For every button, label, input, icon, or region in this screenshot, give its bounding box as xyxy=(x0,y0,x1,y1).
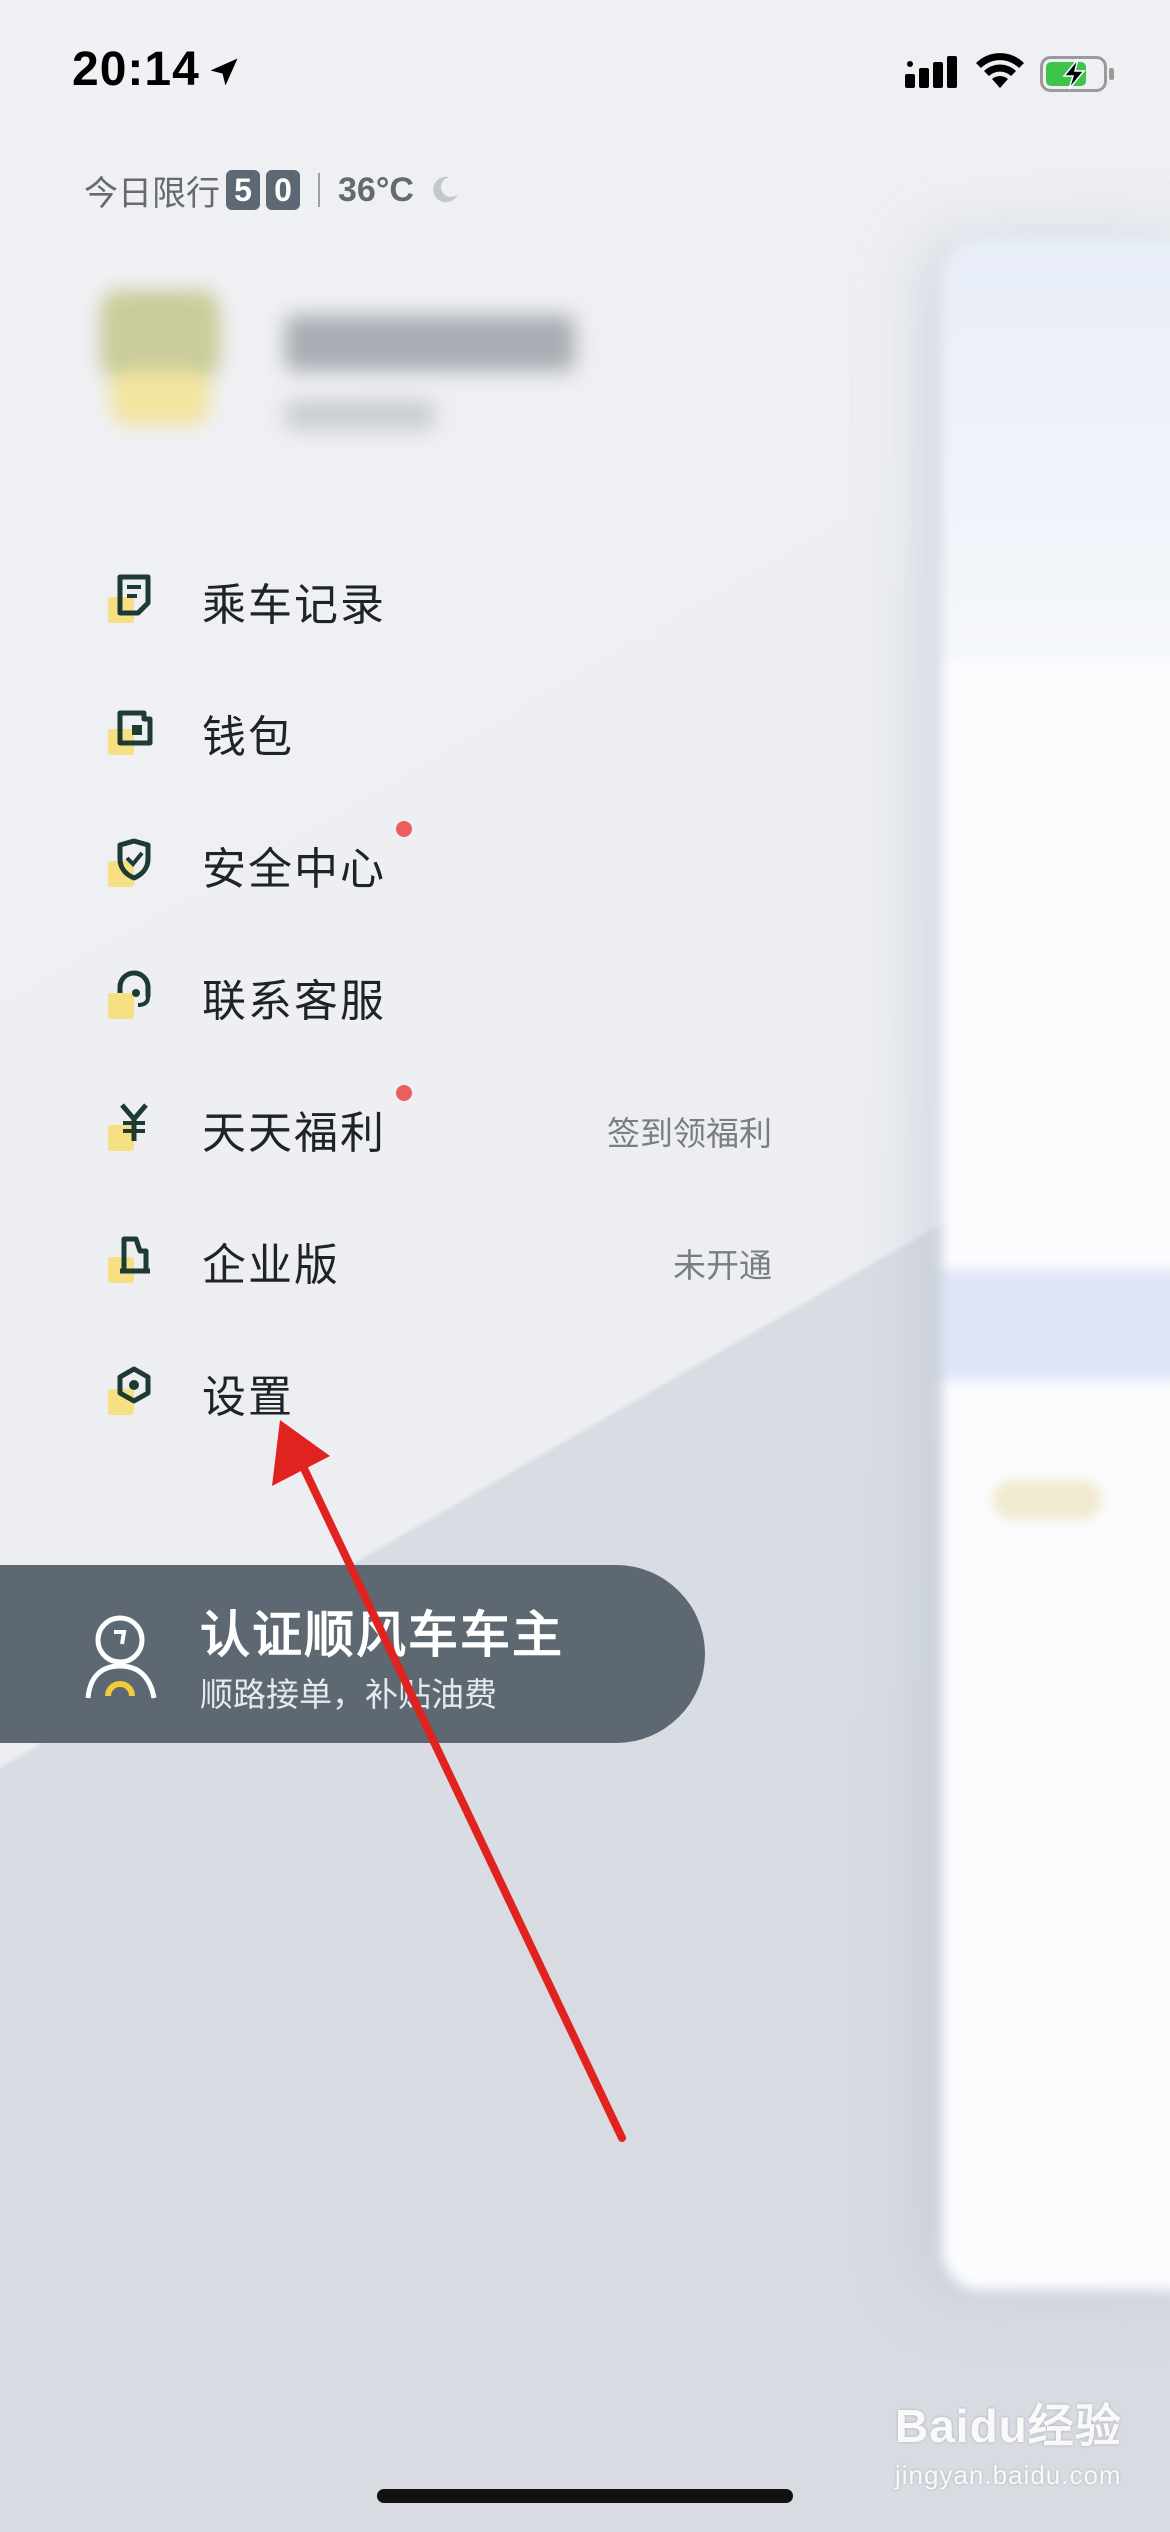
watermark-brand: Baidu经验 xyxy=(895,2400,1122,2452)
baidu-watermark: Baidu经验 jingyan.baidu.com xyxy=(895,2390,1155,2500)
annotation-arrow xyxy=(272,1420,626,2142)
home-indicator[interactable] xyxy=(377,2489,793,2503)
watermark-url: jingyan.baidu.com xyxy=(895,2460,1122,2490)
